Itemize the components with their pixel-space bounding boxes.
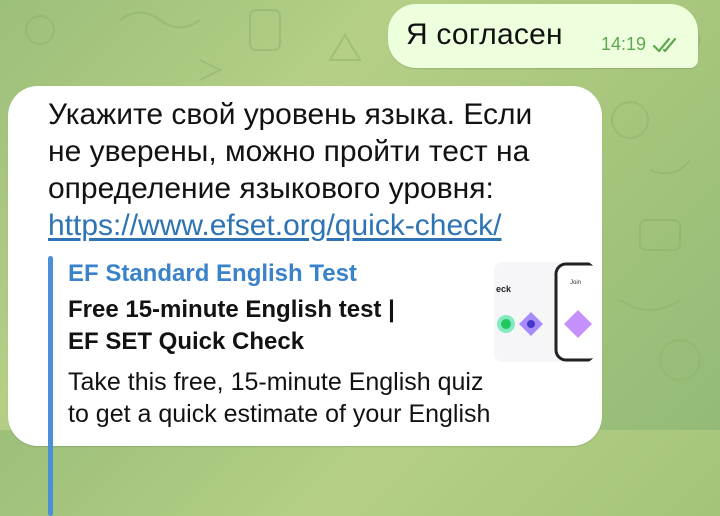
message-meta: 14:19 xyxy=(601,34,682,55)
preview-site-name: EF Standard English Test xyxy=(68,260,357,287)
preview-title: Free 15-minute English test | EF SET Qui… xyxy=(68,294,488,358)
outgoing-message-text: Я согласен xyxy=(406,18,563,51)
preview-description: Take this free, 15-minute English quiz t… xyxy=(68,366,608,430)
incoming-message-text: Укажите свой уровень языка. Если не увер… xyxy=(48,96,593,244)
thumbnail-image: eck Join xyxy=(494,262,594,362)
double-check-icon xyxy=(652,37,677,52)
incoming-message-bubble[interactable]: Укажите свой уровень языка. Если не увер… xyxy=(8,86,602,516)
message-link[interactable]: https://www.efset.org/quick-check/ xyxy=(48,209,502,242)
message-time: 14:19 xyxy=(600,34,646,54)
preview-title-line: Free 15-minute English test | xyxy=(68,296,395,323)
message-line: не уверены, можно пройти тест на xyxy=(48,135,530,168)
link-preview[interactable]: EF Standard English Test Free 15-minute … xyxy=(48,256,603,516)
thumbnail-side-text: Join xyxy=(570,280,581,286)
outgoing-message-bubble[interactable]: Я согласен 14:19 xyxy=(388,4,698,68)
preview-title-line: EF SET Quick Check xyxy=(68,328,305,355)
thumbnail-text: eck xyxy=(496,284,512,294)
preview-thumbnail[interactable]: eck Join xyxy=(494,262,594,362)
preview-description-line: Take this free, 15-minute English quiz xyxy=(68,368,484,396)
preview-accent-bar xyxy=(48,256,53,516)
message-line: Укажите свой уровень языка. Если xyxy=(48,98,533,131)
preview-description-line: to get a quick estimate of your English xyxy=(68,400,491,428)
message-line: определение языкового уровня: xyxy=(48,172,494,205)
